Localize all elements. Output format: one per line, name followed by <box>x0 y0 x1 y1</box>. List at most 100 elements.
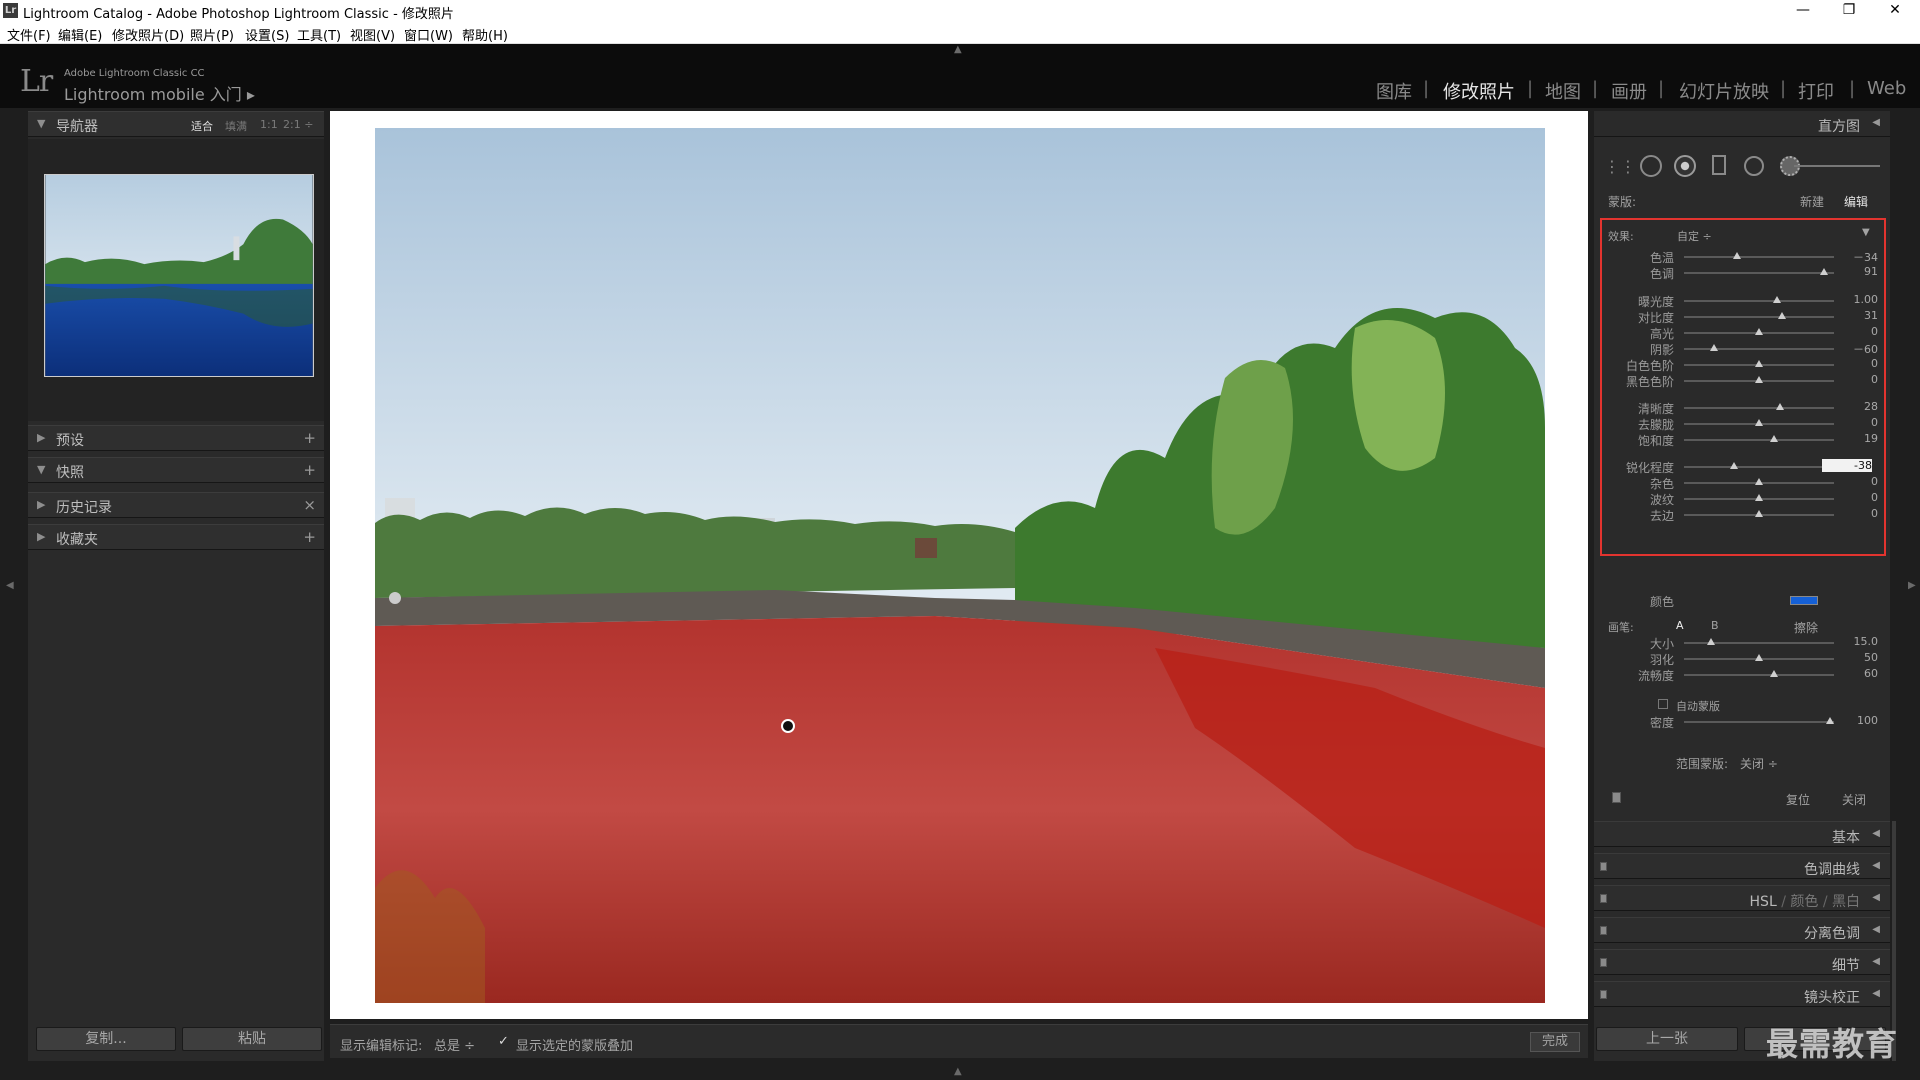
radial-filter-icon[interactable] <box>1744 156 1764 176</box>
module-slideshow[interactable]: 幻灯片放映 <box>1679 78 1769 104</box>
mask-color-swatch[interactable] <box>1790 596 1818 605</box>
effect-slider-3-value[interactable]: 31 <box>1838 309 1878 322</box>
main-photo[interactable] <box>375 128 1545 1003</box>
menu-settings[interactable]: 设置(S) <box>245 25 289 44</box>
effect-slider-14-thumb[interactable] <box>1755 510 1763 517</box>
panel-toggle-switch[interactable] <box>1600 926 1607 935</box>
section-basic[interactable]: 基本 ◀ <box>1594 821 1890 847</box>
navigator-thumbnail[interactable] <box>44 174 314 377</box>
copy-button[interactable]: 复制... <box>36 1027 176 1051</box>
effect-slider-2-value[interactable]: 1.00 <box>1838 293 1879 306</box>
reset-button[interactable]: 复位 <box>1786 791 1810 808</box>
add-snapshot-icon[interactable]: + <box>303 461 316 479</box>
density-value[interactable]: 100 <box>1838 714 1878 727</box>
brush-slider-1-value[interactable]: 50 <box>1838 651 1878 664</box>
previous-button[interactable]: 上一张 <box>1596 1027 1738 1051</box>
effect-slider-7-value[interactable]: 0 <box>1838 373 1878 386</box>
close-button[interactable]: ✕ <box>1872 0 1918 22</box>
snapshots-header[interactable]: ▼ 快照 + <box>28 457 324 483</box>
brush-slider-2-thumb[interactable] <box>1770 670 1778 677</box>
section-lens-corrections[interactable]: 镜头校正 ◀ <box>1594 981 1890 1007</box>
effect-slider-1-thumb[interactable] <box>1819 268 1828 275</box>
brush-slider-2-track[interactable] <box>1684 674 1834 676</box>
density-track[interactable] <box>1684 721 1834 723</box>
brush-slider-1-thumb[interactable] <box>1755 654 1763 661</box>
red-eye-icon[interactable] <box>1674 155 1696 177</box>
left-panel-toggle-icon[interactable]: ◀ <box>6 580 14 591</box>
effect-slider-3-thumb[interactable] <box>1777 312 1786 319</box>
menu-file[interactable]: 文件(F) <box>7 25 51 44</box>
effect-slider-7-thumb[interactable] <box>1755 376 1763 383</box>
panel-toggle-switch[interactable] <box>1600 958 1607 967</box>
menu-window[interactable]: 窗口(W) <box>404 25 453 44</box>
menu-view[interactable]: 视图(V) <box>350 25 395 44</box>
brush-slider-0-value[interactable]: 15.0 <box>1838 635 1879 648</box>
module-print[interactable]: 打印 <box>1798 78 1834 104</box>
effect-slider-8-thumb[interactable] <box>1776 403 1784 410</box>
effect-slider-0-track[interactable] <box>1684 256 1834 258</box>
brush-b[interactable]: B <box>1711 619 1719 632</box>
effect-slider-9-thumb[interactable] <box>1755 419 1763 426</box>
effect-slider-1-value[interactable]: 91 <box>1838 265 1878 278</box>
overlay-checkbox[interactable]: ✓ <box>498 1034 509 1049</box>
top-panel-toggle-icon[interactable]: ▲ <box>954 44 962 55</box>
effect-slider-5-value[interactable]: －60 <box>1838 341 1878 357</box>
mask-new[interactable]: 新建 <box>1800 193 1824 210</box>
paste-button[interactable]: 粘贴 <box>182 1027 322 1051</box>
section-detail[interactable]: 细节 ◀ <box>1594 949 1890 975</box>
effect-slider-13-thumb[interactable] <box>1755 494 1763 501</box>
menu-photo[interactable]: 照片(P) <box>190 25 234 44</box>
effect-collapse-icon[interactable]: ▼ <box>1862 227 1870 238</box>
effect-slider-12-value[interactable]: 0 <box>1838 475 1878 488</box>
section-tone-curve[interactable]: 色调曲线 ◀ <box>1594 853 1890 879</box>
graduated-filter-icon[interactable] <box>1712 155 1726 175</box>
effect-slider-11-track[interactable] <box>1684 466 1834 468</box>
filmstrip-toggle-icon[interactable]: ▲ <box>954 1066 962 1077</box>
bw-tab[interactable]: 黑白 <box>1832 894 1860 910</box>
maximize-button[interactable]: ❐ <box>1826 0 1872 22</box>
nav-fit[interactable]: 适合 <box>191 118 213 134</box>
brush-slider-2-value[interactable]: 60 <box>1838 667 1878 680</box>
brush-a[interactable]: A <box>1676 619 1684 632</box>
effect-slider-6-value[interactable]: 0 <box>1838 357 1878 370</box>
brush-erase[interactable]: 擦除 <box>1794 619 1818 636</box>
clear-history-icon[interactable]: × <box>303 496 316 514</box>
range-mask-select[interactable]: 关闭 ÷ <box>1740 755 1778 772</box>
spot-removal-icon[interactable] <box>1640 155 1662 177</box>
section-hsl[interactable]: HSL / 颜色 / 黑白 ◀ <box>1594 885 1890 911</box>
show-edit-pins-select[interactable]: 总是 ÷ <box>434 1035 475 1054</box>
effect-slider-2-thumb[interactable] <box>1773 296 1781 303</box>
module-develop[interactable]: 修改照片 <box>1443 78 1515 104</box>
effect-slider-11-thumb[interactable] <box>1729 462 1738 469</box>
add-preset-icon[interactable]: + <box>303 429 316 447</box>
panel-toggle-switch[interactable] <box>1600 862 1607 871</box>
effect-slider-2-track[interactable] <box>1684 300 1834 302</box>
effect-slider-8-value[interactable]: 28 <box>1838 400 1878 413</box>
effect-slider-10-thumb[interactable] <box>1770 435 1778 442</box>
presets-header[interactable]: ▶ 预设 + <box>28 425 324 451</box>
brush-slider-0-thumb[interactable] <box>1707 638 1715 645</box>
module-web[interactable]: Web <box>1867 78 1906 99</box>
menu-tools[interactable]: 工具(T) <box>297 25 341 44</box>
mask-edit[interactable]: 编辑 <box>1844 193 1868 210</box>
mask-toggle-switch[interactable] <box>1612 792 1621 803</box>
effect-select[interactable]: 自定 ÷ <box>1677 228 1712 244</box>
effect-slider-0-thumb[interactable] <box>1732 252 1741 259</box>
effect-slider-10-track[interactable] <box>1684 439 1834 441</box>
module-map[interactable]: 地图 <box>1545 78 1581 104</box>
effect-slider-8-track[interactable] <box>1684 407 1834 409</box>
effect-slider-5-thumb[interactable] <box>1710 344 1718 351</box>
nav-fill[interactable]: 填满 <box>225 118 247 134</box>
section-split-toning[interactable]: 分离色调 ◀ <box>1594 917 1890 943</box>
navigator-header[interactable]: ▼ 导航器 适合 填满 1:1 2:1 ÷ <box>28 111 324 137</box>
minimize-button[interactable]: — <box>1780 0 1826 22</box>
effect-slider-4-value[interactable]: 0 <box>1838 325 1878 338</box>
effect-slider-5-track[interactable] <box>1684 348 1834 350</box>
crop-tool-icon[interactable]: ⋮⋮ <box>1604 157 1636 176</box>
effect-slider-1-track[interactable] <box>1684 272 1834 274</box>
module-book[interactable]: 画册 <box>1611 78 1647 104</box>
effect-slider-13-value[interactable]: 0 <box>1838 491 1878 504</box>
color-tab[interactable]: 颜色 <box>1790 894 1818 910</box>
effect-slider-3-track[interactable] <box>1684 316 1834 318</box>
right-panel-toggle-icon[interactable]: ▶ <box>1908 580 1916 591</box>
